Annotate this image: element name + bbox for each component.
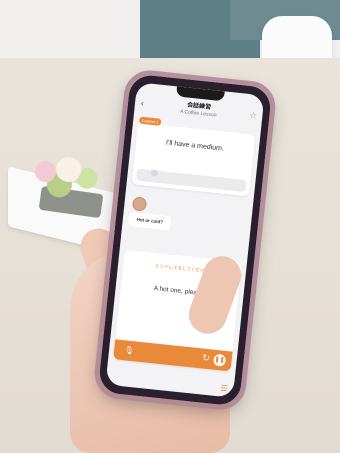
refresh-icon[interactable]: ↻ [202,352,211,364]
prompt-card: I'll have a medium. [131,122,256,197]
prompt-line: I'll have a medium. [165,139,225,153]
smartphone: ‹ 会話練習 A Coffee Lesson ☆ I'll have a med… [92,67,278,413]
mic-icon[interactable]: 🎙 [124,345,135,355]
action-bar: 🎙 ↻ ❚❚ [113,339,233,372]
chevron-left-icon[interactable]: ‹ [141,99,145,108]
audio-bar[interactable] [135,168,247,193]
flowers [18,154,110,198]
speaker-question: Hot or cold? [128,212,172,231]
record-dot-icon[interactable] [150,169,159,177]
speaker-avatar [131,196,148,212]
star-icon[interactable]: ☆ [249,110,258,122]
menu-icon[interactable]: ☰ [220,384,228,394]
play-icon[interactable]: ❚❚ [213,353,227,367]
photo-scene: ‹ 会話練習 A Coffee Lesson ☆ I'll have a med… [0,0,340,453]
